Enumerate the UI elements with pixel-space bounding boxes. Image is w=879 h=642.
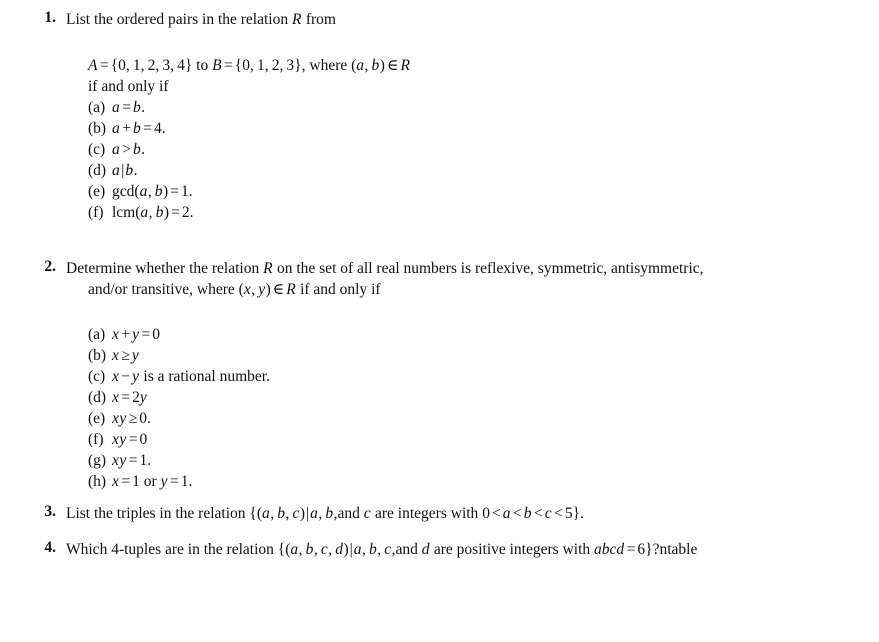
problem-4: 4. Which 4-tuples are in the relation {(… [30,539,860,560]
problem-1-indented-block: A = {0, 1, 2, 3, 4} to B = {0, 1, 2, 3}, whe… [88,55,850,223]
problem-2-item-a-label: (a) [88,326,106,343]
problem-2-item-d: (d) x = 2y [88,389,147,406]
problem-1-body-line-1: A = {0, 1, 2, 3, 4} to B = {0, 1, 2, 3}, whe… [88,57,410,74]
problem-1-stem: List the ordered pairs in the relation R… [66,11,336,28]
problem-2: 2. Determine whether the relation R on t… [30,258,870,492]
problem-2-number: 2. [44,258,56,275]
problem-2-item-a: (a) x + y = 0 [88,326,161,343]
problem-2-item-h-label: (h) [88,473,107,490]
problem-4-stem: Which 4-tuples are in the relation {(a, … [66,541,698,558]
problem-4-body: Which 4-tuples are in the relation {(a, … [66,539,860,560]
problem-2-item-e-label: (e) [88,410,106,427]
problem-2-stem-line-1: Determine whether the relation R on the … [66,260,704,277]
problem-2-item-g: (g) xy = 1. [88,452,152,469]
problem-1-number: 1. [44,9,56,26]
problem-1-item-f: (f) lcm(a, b) = 2. [88,204,194,221]
problem-2-item-d-label: (d) [88,389,107,406]
document-page: 1. List the ordered pairs in the relatio… [0,0,879,642]
problem-3-body: List the triples in the relation {(a, b,… [66,503,860,524]
problem-1-item-b: (b) a + b = 4. [88,120,166,137]
problem-1-item-e: (e) gcd(a, b) = 1. [88,183,193,200]
problem-1-item-f-label: (f) [88,204,104,221]
problem-1-item-a: (a) a = b. [88,99,146,116]
problem-1-body: List the ordered pairs in the relation R… [66,9,850,223]
problem-2-item-f: (f) xy = 0 [88,431,148,448]
problem-1-item-b-label: (b) [88,120,107,137]
problem-1-item-c: (c) a > b. [88,141,146,158]
problem-2-item-e: (e) xy ≥0. [88,410,151,427]
problem-3-number: 3. [44,503,56,520]
problem-1: 1. List the ordered pairs in the relatio… [30,9,850,223]
problem-2-item-h: (h) x = 1 or y = 1. [88,473,193,490]
problem-4-number: 4. [44,539,56,556]
problem-2-body: Determine whether the relation R on the … [66,258,870,492]
problem-1-item-a-label: (a) [88,99,106,116]
problem-2-item-b: (b) x ≥ y [88,347,139,364]
problem-2-item-b-label: (b) [88,347,107,364]
problem-2-item-g-label: (g) [88,452,107,469]
problem-1-item-d: (d) a|b. [88,162,138,179]
problem-1-item-d-label: (d) [88,162,107,179]
problem-2-stem-line-2: and/or transitive, where (x, y) ∈ R if and… [88,281,381,298]
problem-3-stem: List the triples in the relation {(a, b,… [66,505,584,522]
problem-2-item-c-label: (c) [88,368,106,385]
problem-2-item-c: (c) x − y is a rational number. [88,368,270,385]
problem-1-item-e-label: (e) [88,183,106,200]
problem-1-body-line-2: if and only if [88,78,169,95]
problem-1-item-c-label: (c) [88,141,106,158]
problem-2-indented-block: (a) x + y = 0 (b) x ≥ y (c) x − y is a rational num… [88,324,870,492]
problem-2-item-f-label: (f) [88,431,104,448]
problem-3: 3. List the triples in the relation {(a,… [30,503,860,524]
